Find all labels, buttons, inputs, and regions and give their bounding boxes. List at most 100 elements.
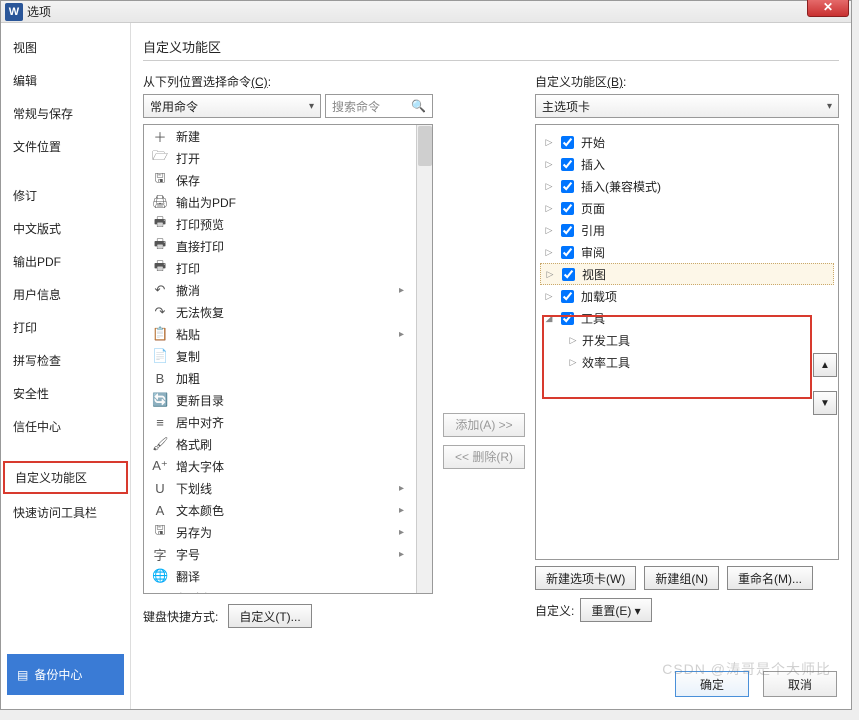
command-icon: B: [152, 371, 168, 386]
sidebar-item[interactable]: 输出PDF: [1, 245, 130, 278]
command-item[interactable]: 🖫保存: [144, 169, 432, 191]
rename-button[interactable]: 重命名(M)...: [727, 566, 813, 590]
sidebar-item[interactable]: 编辑: [1, 64, 130, 97]
sidebar-item[interactable]: 快速访问工具栏: [1, 496, 130, 529]
tree-item[interactable]: ▷ 视图: [540, 263, 834, 285]
command-item[interactable]: ≡左对齐: [144, 587, 432, 594]
sidebar-item[interactable]: 文件位置: [1, 130, 130, 163]
tree-checkbox[interactable]: [561, 158, 574, 171]
tree-checkbox[interactable]: [561, 246, 574, 259]
expand-icon[interactable]: ▷: [544, 247, 554, 258]
command-item[interactable]: 🗁打开: [144, 147, 432, 169]
search-icon: 🔍: [411, 99, 426, 113]
sidebar-item[interactable]: 安全性: [1, 377, 130, 410]
sidebar-item[interactable]: 常规与保存: [1, 97, 130, 130]
tree-checkbox[interactable]: [561, 312, 574, 325]
search-commands-input[interactable]: 搜索命令 🔍: [325, 94, 433, 118]
remove-button[interactable]: << 删除(R): [443, 445, 525, 469]
sidebar-item[interactable]: 打印: [1, 311, 130, 344]
tree-item[interactable]: ▷ 开始: [540, 131, 834, 153]
tree-item[interactable]: ▷引用: [540, 219, 834, 241]
command-item[interactable]: ＋新建: [144, 125, 432, 147]
expand-icon[interactable]: ▷: [544, 203, 554, 214]
command-item[interactable]: A⁺增大字体: [144, 455, 432, 477]
command-item[interactable]: 🖶打印: [144, 257, 432, 279]
command-item[interactable]: 🖶直接打印: [144, 235, 432, 257]
tree-label: 视图: [582, 266, 606, 283]
expand-icon[interactable]: ▷: [544, 159, 554, 170]
expand-icon[interactable]: ▷: [545, 269, 555, 280]
sidebar-item[interactable]: 中文版式: [1, 212, 130, 245]
expand-icon[interactable]: ◢: [544, 313, 554, 324]
sidebar-item[interactable]: 视图: [1, 31, 130, 64]
tree-item[interactable]: ◢工具: [540, 307, 834, 329]
command-label: 粘贴: [176, 326, 200, 343]
sidebar-item[interactable]: 拼写检查: [1, 344, 130, 377]
command-label: 字号: [176, 546, 200, 563]
expand-icon[interactable]: ▷: [568, 335, 578, 346]
tree-checkbox[interactable]: [561, 202, 574, 215]
new-group-button[interactable]: 新建组(N): [644, 566, 719, 590]
command-item[interactable]: 🖨输出为PDF: [144, 191, 432, 213]
new-tab-button[interactable]: 新建选项卡(W): [535, 566, 636, 590]
section-heading: 自定义功能区: [143, 33, 839, 60]
tree-checkbox[interactable]: [561, 290, 574, 303]
customize-shortcut-button[interactable]: 自定义(T)...: [228, 604, 311, 628]
window-title: 选项: [27, 3, 51, 20]
ribbon-tree[interactable]: ▷开始▷插入▷插入(兼容模式)▷页面▷引用▷审阅▷视图▷加载项◢工具▷开发工具▷…: [535, 124, 839, 560]
tree-label: 插入(兼容模式): [581, 178, 661, 195]
command-item[interactable]: 🌐翻译: [144, 565, 432, 587]
command-item[interactable]: U下划线: [144, 477, 432, 499]
command-item[interactable]: 🖫另存为: [144, 521, 432, 543]
expand-icon[interactable]: ▷: [544, 291, 554, 302]
command-item[interactable]: ↶撤消: [144, 279, 432, 301]
move-down-button[interactable]: ▼: [813, 391, 837, 415]
expand-icon[interactable]: ▷: [544, 181, 554, 192]
command-item[interactable]: 🖶打印预览: [144, 213, 432, 235]
command-label: 更新目录: [176, 392, 224, 409]
command-item[interactable]: ↷无法恢复: [144, 301, 432, 323]
commands-category-select[interactable]: 常用命令: [143, 94, 321, 118]
sidebar-item[interactable]: 用户信息: [1, 278, 130, 311]
tree-item[interactable]: ▷ 插入(兼容模式): [540, 175, 834, 197]
tree-item[interactable]: ▷ 审阅: [540, 241, 834, 263]
tree-checkbox[interactable]: [561, 136, 574, 149]
command-label: 打开: [176, 150, 200, 167]
tree-label: 页面: [581, 200, 605, 217]
commands-list[interactable]: ＋新建🗁打开🖫保存🖨输出为PDF🖶打印预览🖶直接打印🖶打印↶撤消↷无法恢复📋粘贴…: [143, 124, 433, 594]
tree-item[interactable]: ▷插入: [540, 153, 834, 175]
command-item[interactable]: 📋粘贴: [144, 323, 432, 345]
command-item[interactable]: 📄复制: [144, 345, 432, 367]
command-item[interactable]: 字字号: [144, 543, 432, 565]
sidebar-item[interactable]: 修订: [1, 179, 130, 212]
tree-checkbox[interactable]: [562, 268, 575, 281]
sidebar-item[interactable]: 自定义功能区: [3, 461, 128, 494]
tree-item[interactable]: ▷ 页面: [540, 197, 834, 219]
watermark: CSDN @涛哥是个大师比: [662, 659, 831, 679]
close-button[interactable]: ✕: [807, 0, 849, 17]
command-item[interactable]: ≡居中对齐: [144, 411, 432, 433]
scrollbar[interactable]: [416, 125, 432, 593]
tree-item[interactable]: ▷效率工具: [540, 351, 834, 373]
move-up-button[interactable]: ▲: [813, 353, 837, 377]
tree-label: 开始: [581, 134, 605, 151]
expand-icon[interactable]: ▷: [544, 225, 554, 236]
tree-item[interactable]: ▷开发工具: [540, 329, 834, 351]
tree-item[interactable]: ▷加载项: [540, 285, 834, 307]
tree-checkbox[interactable]: [561, 224, 574, 237]
backup-center-button[interactable]: ▤ 备份中心: [7, 654, 124, 695]
command-icon: ↷: [152, 304, 168, 320]
tree-checkbox[interactable]: [561, 180, 574, 193]
command-item[interactable]: A文本颜色: [144, 499, 432, 521]
ribbon-scope-select[interactable]: 主选项卡: [535, 94, 839, 118]
command-item[interactable]: 🔄更新目录: [144, 389, 432, 411]
sidebar-item[interactable]: 信任中心: [1, 410, 130, 443]
expand-icon[interactable]: ▷: [568, 357, 578, 368]
reset-button[interactable]: 重置(E) ▾: [580, 598, 651, 622]
command-item[interactable]: B加粗: [144, 367, 432, 389]
command-item[interactable]: 🖌格式刷: [144, 433, 432, 455]
tree-label: 审阅: [581, 244, 605, 261]
add-button[interactable]: 添加(A) >>: [443, 413, 525, 437]
expand-icon[interactable]: ▷: [544, 137, 554, 148]
customize-ribbon-label: 自定义功能区(B):: [535, 73, 839, 90]
